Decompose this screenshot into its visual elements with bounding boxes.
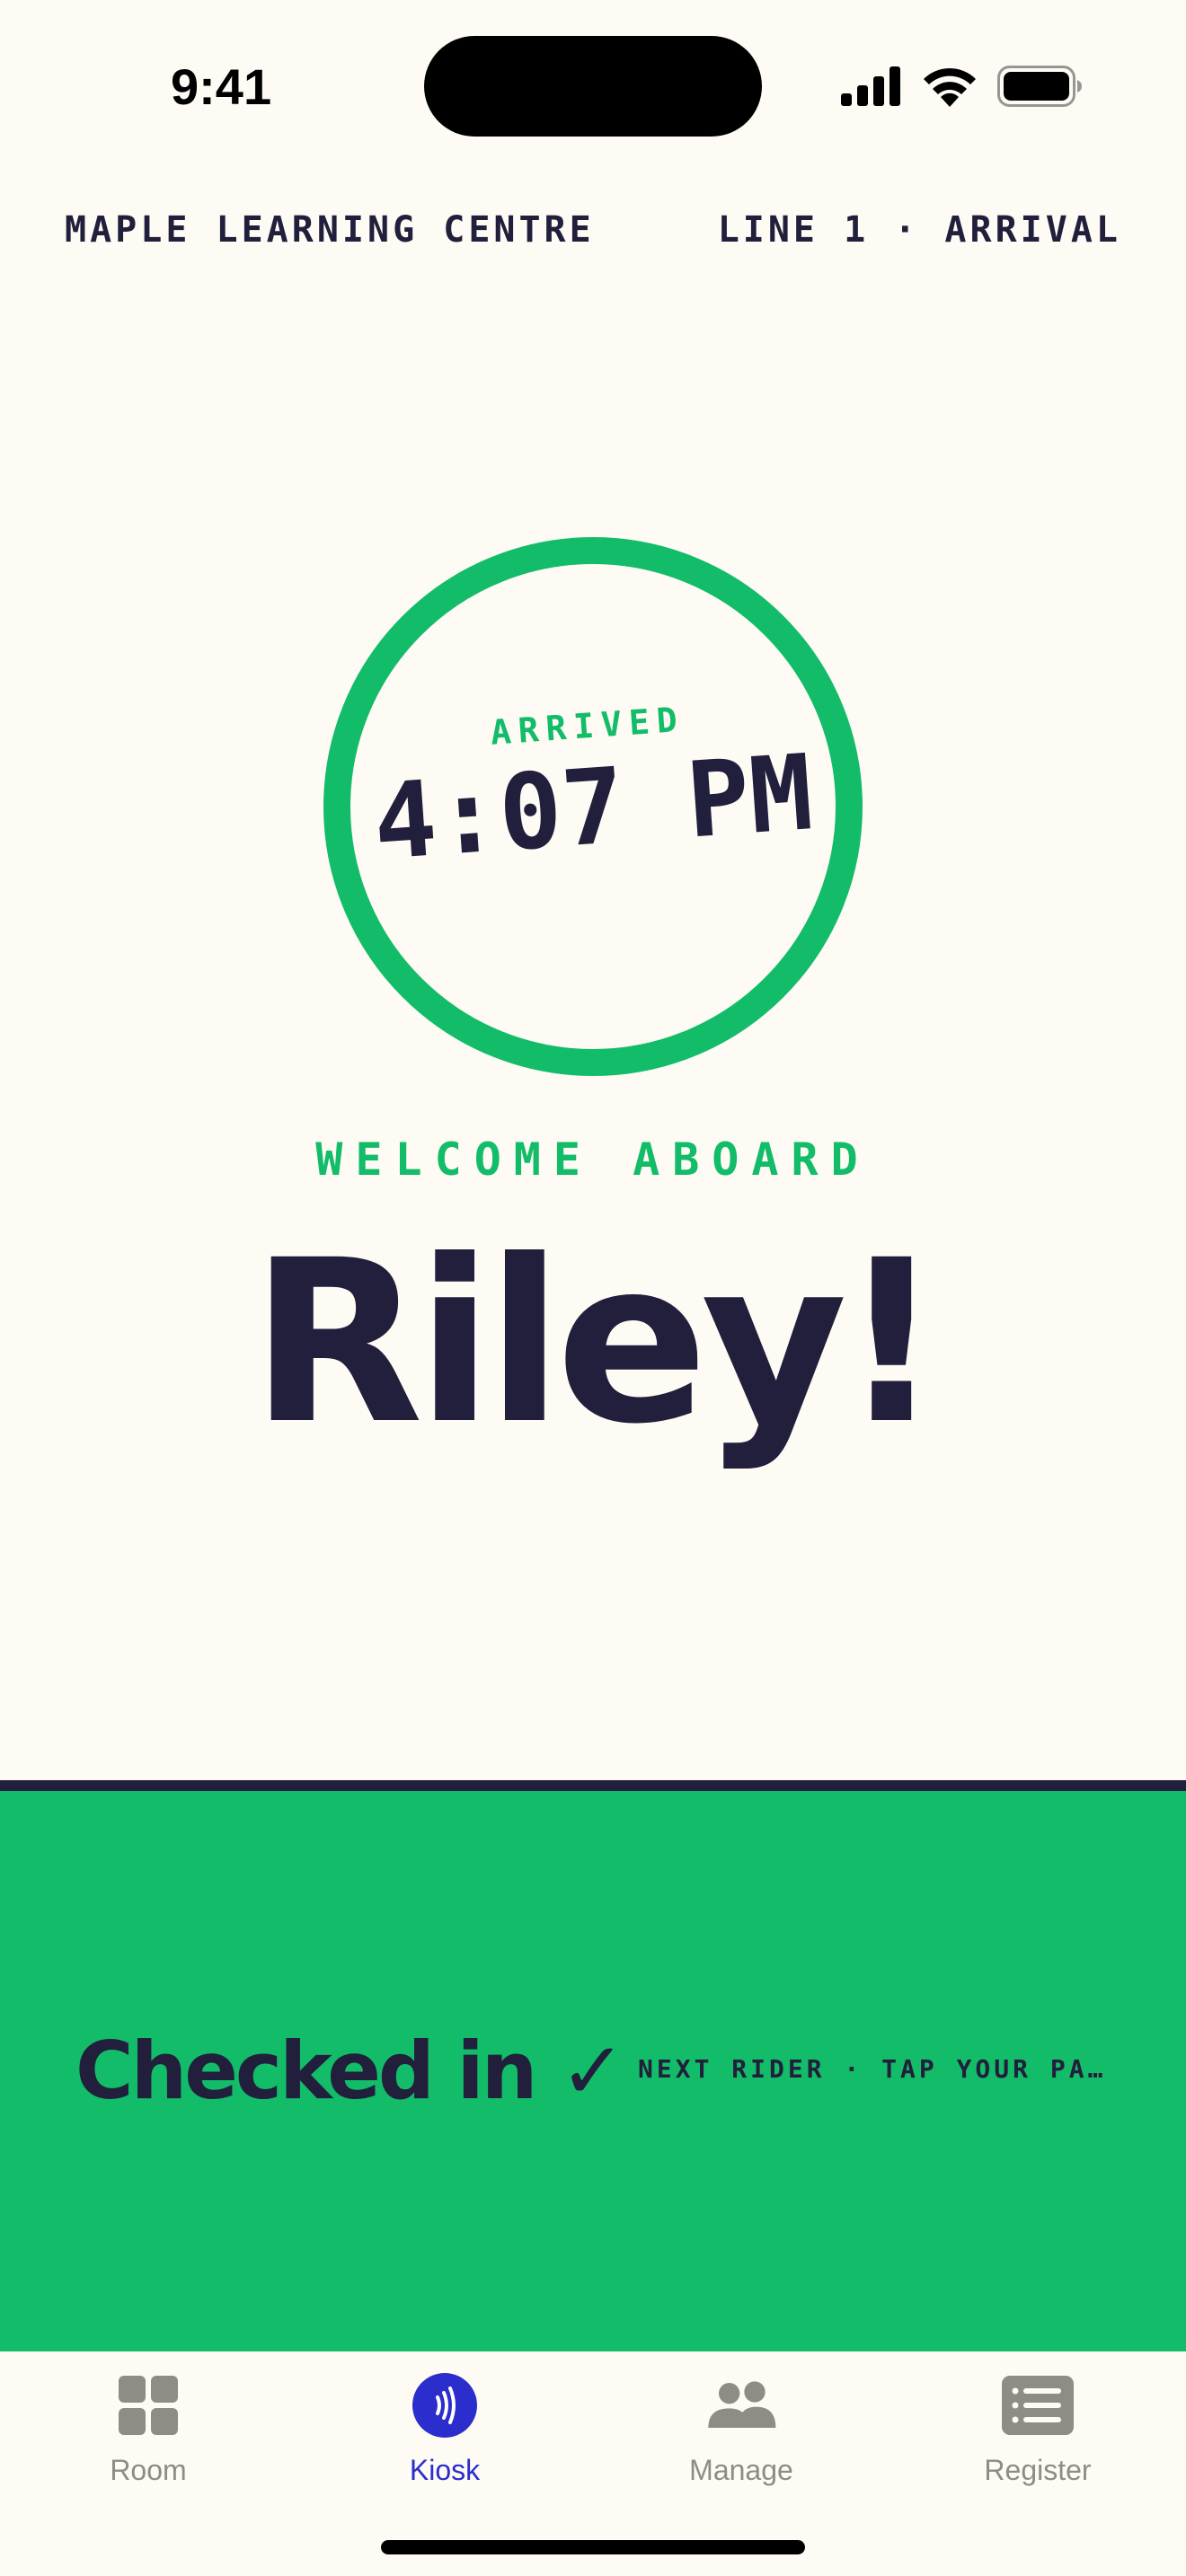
people-icon [705,2369,777,2441]
confirmation-panel: Checked in ✓ NEXT RIDER · TAP YOUR PA… [0,1791,1186,2351]
tab-register[interactable]: Register [890,2369,1186,2495]
panel-divider [0,1780,1186,1791]
tab-room-label: Room [110,2454,187,2486]
arrival-stamp-content: ARRIVED 4:07 PM [305,519,881,1094]
tab-kiosk-label: Kiosk [409,2454,481,2486]
tab-manage[interactable]: Manage [593,2369,890,2495]
signal-icon [841,66,900,106]
welcome-label: WELCOME ABOARD [315,1134,871,1186]
rider-name: Riley! [250,1212,943,1473]
status-icons [841,65,1082,108]
wifi-icon [924,67,976,107]
tab-room[interactable]: Room [0,2369,296,2495]
status-bar: 9:41 [0,0,1186,171]
tab-manage-label: Manage [689,2454,793,2486]
kiosk-header: MAPLE LEARNING CENTRE LINE 1 · ARRIVAL [65,203,1121,257]
tab-register-label: Register [984,2454,1092,2486]
nfc-tap-icon [409,2369,481,2441]
kiosk-screen: 9:41 MAPLE LEARNING CENTRE LINE 1 · ARRI… [0,0,1186,2576]
arrival-stamp: ARRIVED 4:07 PM [323,537,863,1076]
list-icon [1002,2369,1074,2441]
checked-in-status: Checked in ✓ [75,2025,626,2117]
tab-kiosk[interactable]: Kiosk [296,2369,593,2495]
dynamic-island [424,36,762,137]
home-indicator[interactable] [381,2540,805,2554]
next-rider-prompt: NEXT RIDER · TAP YOUR PA… [638,2054,1107,2084]
grid-icon [112,2369,184,2441]
battery-icon [997,66,1082,107]
status-time: 9:41 [171,58,272,115]
centre-name: MAPLE LEARNING CENTRE [65,209,595,251]
line-info: LINE 1 · ARRIVAL [717,209,1121,251]
